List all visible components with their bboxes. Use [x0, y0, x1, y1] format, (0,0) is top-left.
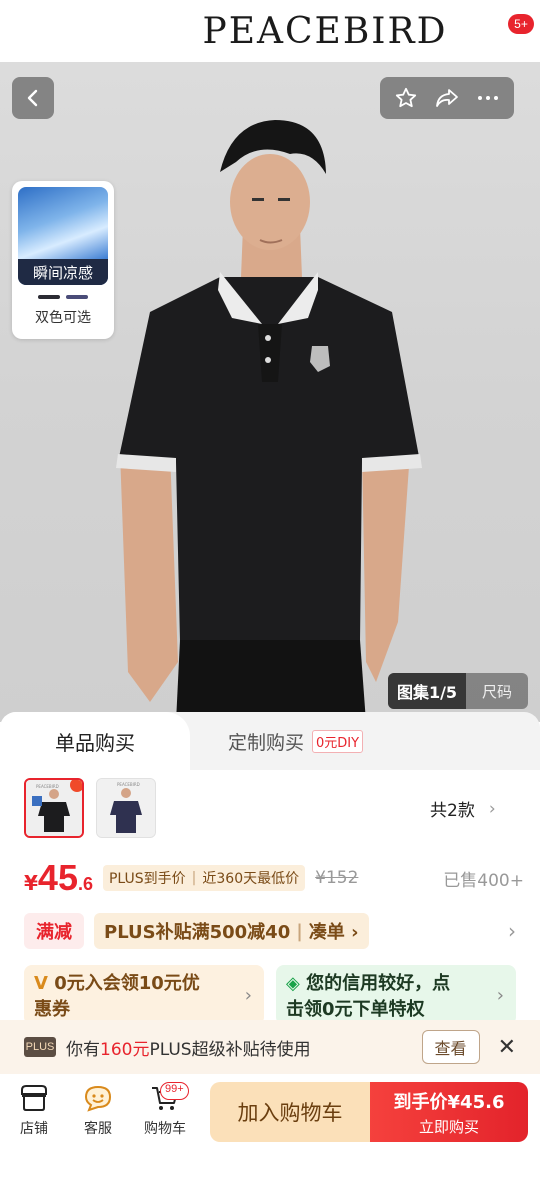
gallery-switch[interactable]: 图集1/5 尺码 [388, 673, 528, 709]
service-button[interactable]: 客服 [70, 1084, 126, 1138]
price-currency: ¥ [24, 871, 38, 895]
chevron-left-icon [27, 89, 38, 107]
tab-custom-purchase[interactable]: 定制购买 0元DIY [228, 728, 364, 755]
store-icon [21, 1085, 47, 1111]
customer-service-icon [84, 1085, 112, 1112]
shield-icon: ◈ [286, 973, 307, 994]
promo-description: PLUS补贴满500减40 | 凑单 › [94, 913, 369, 949]
lowest-price-label: 近360天最低价 [202, 871, 300, 887]
hot-icon [70, 780, 82, 792]
promo-text: PLUS补贴满500减40 [104, 922, 291, 943]
favorite-button[interactable] [387, 79, 425, 117]
tab-custom-label: 定制购买 [228, 732, 305, 754]
credit-text-1: 您的信用较好，点 [306, 973, 451, 994]
chevron-right-icon: › [496, 985, 504, 1006]
size-tab[interactable]: 尺码 [466, 673, 528, 709]
bottom-action-bar: 店铺 客服 购物车 99+ 加入购物车 到手价¥45.6 立即购买 [0, 1074, 540, 1188]
promo-label: 满减 [24, 913, 84, 949]
purchase-tabs: 单品购买 定制购买 0元DIY [0, 712, 540, 770]
variant-photo-navy: PEACEBIRD [97, 779, 155, 837]
variant-thumbnails: PEACEBIRD PEACEBIRD [24, 778, 156, 838]
chevron-right-icon: › [244, 985, 252, 1006]
thumb-label: PEACEBIRD [36, 784, 59, 789]
price-decimal: .6 [77, 874, 93, 894]
price-row: ¥ 45 .6 PLUS到手价 | 近360天最低价 ¥152 已售400+ [24, 857, 524, 899]
gallery-counter[interactable]: 图集1/5 [388, 673, 466, 709]
star-icon [396, 87, 417, 108]
variant-count-label: 共2款 [430, 801, 475, 821]
chevron-right-icon: › [508, 919, 516, 943]
buy-now-label: 立即购买 [418, 1117, 479, 1136]
promo-divider: | [296, 920, 303, 942]
brand-logo: PEACEBIRD [202, 10, 448, 52]
plus-subsidy-bar: PLUS 你有160元PLUS超级补贴待使用 查看 ✕ [0, 1020, 540, 1074]
plus-price-tag: PLUS到手价 | 近360天最低价 [102, 865, 306, 891]
credit-line: ◈ 您的信用较好，点 [286, 971, 506, 997]
color-dots [18, 295, 108, 299]
notification-badge: 5+ [508, 14, 534, 34]
plus-prefix: 你有 [66, 1039, 100, 1060]
original-price: ¥152 [315, 868, 359, 888]
brand-header: PEACEBIRD [0, 0, 540, 62]
cart-label: 购物车 [144, 1121, 186, 1137]
buy-now-button[interactable]: 到手价¥45.6 立即购买 [370, 1082, 528, 1142]
feature-swatch: 瞬间凉感 [18, 187, 108, 285]
plus-message: 你有160元PLUS超级补贴待使用 [66, 1035, 311, 1060]
v-icon: V [34, 973, 55, 994]
more-button[interactable] [469, 79, 507, 117]
product-info: PEACEBIRD PEACEBIRD 共2款 › ¥ 45 .6 PLUS到手… [0, 770, 540, 1025]
coupon-text-1: 0元入会领10元优 [54, 973, 200, 994]
more-dots-icon [477, 96, 498, 100]
cart-count-badge: 99+ [160, 1082, 189, 1100]
plus-suffix: PLUS超级补贴待使用 [149, 1039, 311, 1060]
product-image-gallery[interactable]: 瞬间凉感 双色可选 图集1/5 尺码 [0, 62, 540, 722]
sold-count: 已售400+ [443, 870, 524, 891]
service-label: 客服 [84, 1121, 112, 1137]
color-dot-dark [38, 295, 60, 299]
thumb-label: PEACEBIRD [117, 782, 140, 787]
current-price: ¥ 45 .6 [24, 857, 93, 899]
price-integer: 45 [37, 857, 78, 898]
store-button[interactable]: 店铺 [6, 1084, 62, 1138]
store-label: 店铺 [20, 1121, 48, 1137]
tab-single-purchase[interactable]: 单品购买 [0, 712, 190, 770]
plus-logo: PLUS [24, 1037, 56, 1057]
plus-amount: 160元 [100, 1039, 150, 1060]
plus-price-label: PLUS到手价 [108, 871, 186, 887]
coupon-line: V 0元入会领10元优 [34, 971, 254, 997]
promotion-row[interactable]: 满减 PLUS补贴满500减40 | 凑单 › › [24, 912, 516, 950]
close-icon[interactable]: ✕ [498, 1035, 516, 1060]
feature-caption: 瞬间凉感 [18, 259, 108, 285]
variant-thumb-black[interactable]: PEACEBIRD [24, 778, 84, 838]
product-photo [116, 120, 422, 722]
feature-subtitle: 双色可选 [35, 310, 91, 326]
variant-thumb-navy[interactable]: PEACEBIRD [96, 778, 156, 838]
diy-tag: 0元DIY [312, 730, 364, 753]
variant-count[interactable]: 共2款 › [430, 796, 496, 822]
credit-privilege[interactable]: ◈ 您的信用较好，点 击领0元下单特权 › [276, 965, 516, 1025]
view-button[interactable]: 查看 [421, 1030, 480, 1064]
share-icon [436, 89, 458, 107]
share-button[interactable] [428, 79, 466, 117]
chevron-right-icon: › [488, 798, 496, 819]
add-to-cart-button[interactable]: 加入购物车 [210, 1082, 370, 1142]
member-coupon[interactable]: V 0元入会领10元优 惠券 › [24, 965, 264, 1025]
promo-extra: 凑单 › [308, 922, 359, 943]
color-dot-navy [66, 295, 88, 299]
top-actions [380, 77, 514, 119]
buy-price-label: 到手价¥45.6 [393, 1091, 505, 1113]
back-button[interactable] [12, 77, 54, 119]
feature-card[interactable]: 瞬间凉感 双色可选 [12, 181, 114, 339]
tag-divider: | [191, 870, 197, 886]
